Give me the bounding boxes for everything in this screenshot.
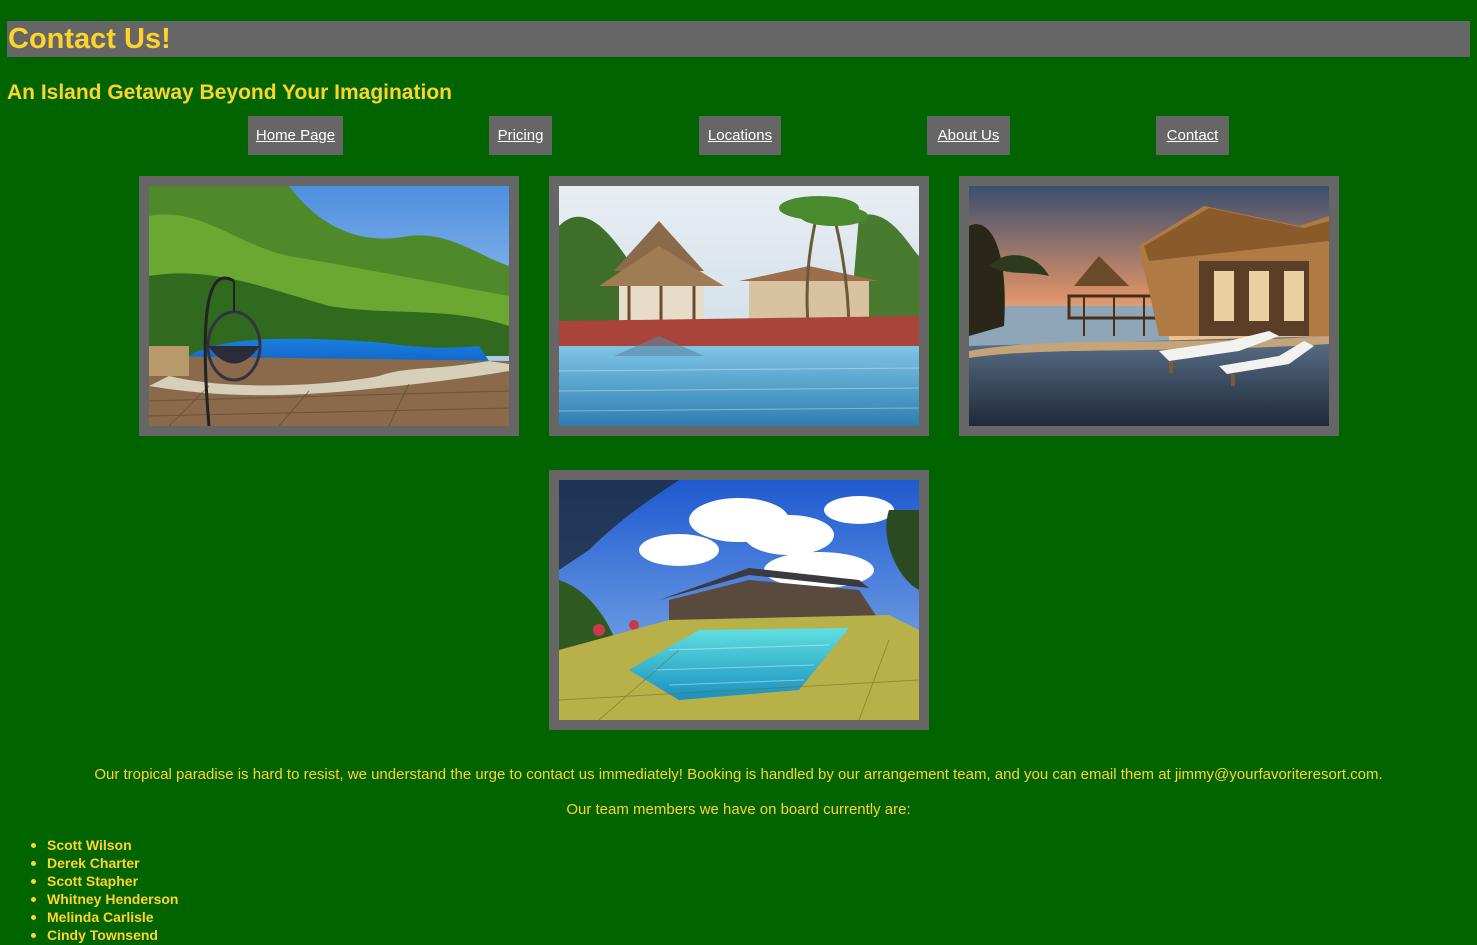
beach-villa-pool-sunset-photo (969, 186, 1329, 426)
resort-pool-hillside-photo (149, 186, 509, 426)
contact-intro-text: Our tropical paradise is hard to resist,… (94, 766, 1383, 783)
title-bar: Contact Us! (7, 21, 1470, 57)
team-heading: Our team members we have on board curren… (566, 801, 911, 818)
page-subtitle: An Island Getaway Beyond Your Imaginatio… (7, 81, 452, 104)
garden-pool-tropical-photo (559, 480, 919, 720)
nav-about-us-link[interactable]: About Us (927, 116, 1010, 155)
nav-pricing-link[interactable]: Pricing (489, 116, 552, 155)
gallery-photo-3 (959, 176, 1339, 436)
nav-locations-link[interactable]: Locations (699, 116, 781, 155)
team-member: Scott Wilson (30, 836, 178, 854)
nav-home-page-link[interactable]: Home Page (248, 116, 343, 155)
gallery-photo-1 (139, 176, 519, 436)
resort-pool-gazebo-photo (559, 186, 919, 426)
gallery-photo-2 (549, 176, 929, 436)
team-member: Scott Stapher (30, 872, 178, 890)
page-title: Contact Us! (8, 23, 171, 55)
gallery-photo-4 (549, 470, 929, 730)
team-member: Derek Charter (30, 854, 178, 872)
team-member: Whitney Henderson (30, 890, 178, 908)
team-member: Cindy Townsend (30, 926, 178, 944)
nav-contact-link[interactable]: Contact (1156, 116, 1229, 155)
team-member: Melinda Carlisle (30, 908, 178, 926)
team-list: Scott Wilson Derek Charter Scott Stapher… (30, 836, 178, 944)
